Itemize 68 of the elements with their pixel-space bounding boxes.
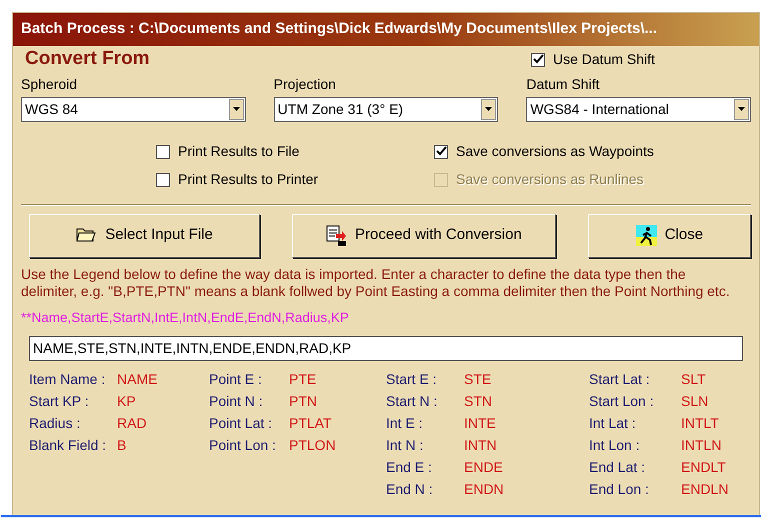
legend-label: End Lat : xyxy=(589,458,646,478)
dropdown-label: Datum Shift xyxy=(526,74,600,94)
legend-label: Item Name : xyxy=(29,370,106,390)
format-hint: **Name,StartE,StartN,IntE,IntN,EndE,EndN,Radius,KP xyxy=(21,308,350,326)
legend-code: PTLON xyxy=(289,436,337,456)
legend-label: Point Lon : xyxy=(209,436,277,456)
dropdown-label: Spheroid xyxy=(21,74,78,94)
document-arrow-icon xyxy=(326,225,348,246)
legend-code: ENDLN xyxy=(681,480,730,500)
legend-label: Blank Field : xyxy=(29,436,108,456)
checkbox[interactable] xyxy=(156,172,170,186)
dropdown-arrow-icon[interactable] xyxy=(232,107,240,111)
button[interactable]: Close xyxy=(588,214,752,258)
legend-label: Start Lon : xyxy=(589,392,655,412)
legend-label: Int N : xyxy=(386,436,424,456)
dropdown[interactable]: WGS84 - International xyxy=(526,96,752,122)
dropdown-label: Projection xyxy=(274,74,337,94)
section-heading: Convert From xyxy=(24,47,150,72)
dropdown-arrow-icon[interactable] xyxy=(485,107,492,111)
legend-label: Int Lon : xyxy=(589,436,641,456)
legend-label: End Lon : xyxy=(589,480,650,500)
legend-code: PTN xyxy=(289,392,318,412)
legend-label: Radius : xyxy=(29,414,82,434)
checkbox-label: Use Datum Shift xyxy=(553,50,655,69)
legend-code: SLN xyxy=(681,392,710,412)
checkbox[interactable] xyxy=(531,52,545,66)
legend-code: ENDLT xyxy=(681,458,727,478)
legend-code: INTE xyxy=(464,414,497,434)
legend-code: KP xyxy=(117,392,137,412)
legend-label: Start Lat : xyxy=(589,370,651,390)
legend-code: INTLT xyxy=(681,414,720,434)
format-input-field[interactable]: NAME,STE,STN,INTE,INTN,ENDE,ENDN,RAD,KP xyxy=(29,336,743,361)
legend-label: Point N : xyxy=(209,392,264,412)
dropdown[interactable]: WGS 84 xyxy=(21,96,246,122)
legend-code: STN xyxy=(464,392,493,412)
legend-code: NAME xyxy=(117,370,158,390)
dropdown[interactable]: UTM Zone 31 (3° E) xyxy=(274,96,498,122)
legend-code: ENDN xyxy=(464,480,505,500)
legend-code: B xyxy=(117,436,128,456)
legend-code: PTLAT xyxy=(289,414,333,434)
checkbox-label: Print Results to File xyxy=(178,142,300,161)
legend-code: RAD xyxy=(117,414,148,434)
checkbox-label: Save conversions as Runlines xyxy=(456,170,644,189)
button[interactable]: Select Input File xyxy=(29,214,260,258)
legend-label: Point E : xyxy=(209,370,263,390)
legend-code: INTN xyxy=(464,436,498,456)
checkbox-label: Print Results to Printer xyxy=(178,170,318,189)
instructions-text: Use the Legend below to define the way data is imported. Enter a character to define the data type then the delimiter, e.g. "B,PTE,PTN" means a blank follwed by Point Easting a comma delimiter then the Point Northing etc. xyxy=(21,266,731,300)
legend-label: Int Lat : xyxy=(589,414,637,434)
legend-code: INTLN xyxy=(681,436,722,456)
window-title: Batch Process : C:\Documents and Settings\Dick Edwards\My Documents\Ilex Projects\... xyxy=(13,13,759,46)
legend-label: Start E : xyxy=(386,370,438,390)
legend-code: SLT xyxy=(681,370,707,390)
legend-code: STE xyxy=(464,370,492,390)
legend-label: Point Lat : xyxy=(209,414,274,434)
legend-label: Int E : xyxy=(386,414,424,434)
legend-code: PTE xyxy=(289,370,318,390)
running-figure-icon xyxy=(636,225,657,246)
button[interactable]: Proceed with Conversion xyxy=(292,214,556,258)
legend-label: Start KP : xyxy=(29,392,90,412)
legend-label: End E : xyxy=(386,458,433,478)
legend-code: ENDE xyxy=(464,458,504,478)
checkbox-label: Save conversions as Waypoints xyxy=(456,142,654,161)
legend-label: Start N : xyxy=(386,392,438,412)
dropdown-arrow-icon[interactable] xyxy=(738,107,746,111)
legend-label: End N : xyxy=(386,480,434,500)
checkbox[interactable] xyxy=(434,144,448,158)
checkbox[interactable] xyxy=(156,144,170,158)
